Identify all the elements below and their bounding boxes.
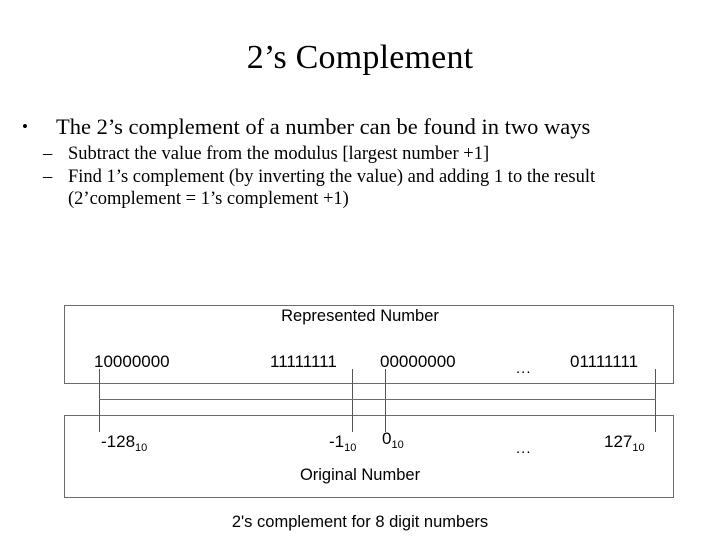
decimal-value-max: 12710 <box>604 431 645 454</box>
bullet-item-level2-text: Find 1’s complement (by inverting the va… <box>68 166 596 210</box>
bullet-list: • The 2’s complement of a number can be … <box>14 113 706 211</box>
decimal-value-max-number: 127 <box>604 432 633 451</box>
ellipsis-top: ... <box>516 360 532 377</box>
original-number-label: Original Number <box>299 466 421 484</box>
number-line-diagram: Represented Number Original Number 10000… <box>0 0 720 540</box>
ellipsis-bottom: ... <box>516 440 532 457</box>
dash-marker-icon: – <box>43 166 53 187</box>
slide-canvas: { "slide": { "title": "2\u2019s Compleme… <box>0 0 720 540</box>
bullet-item-level1: • The 2’s complement of a number can be … <box>14 113 706 140</box>
bullet-item-level1-text: The 2’s complement of a number can be fo… <box>56 114 591 139</box>
tick-mark-max <box>655 369 656 432</box>
decimal-value-negative-one-number: -1 <box>329 432 345 451</box>
original-number-box <box>64 415 674 498</box>
decimal-value-zero-base: 10 <box>391 439 404 451</box>
tick-mark-min <box>99 369 100 432</box>
decimal-value-min-number: -128 <box>101 432 136 451</box>
binary-value-negative-one: 11111111 <box>270 352 337 371</box>
axis-connector-line <box>99 399 656 400</box>
represented-number-label: Represented Number <box>281 307 439 325</box>
binary-value-min: 10000000 <box>94 352 170 371</box>
decimal-value-min-base: 10 <box>135 442 148 454</box>
dash-marker-icon: – <box>43 144 53 164</box>
decimal-value-negative-one-base: 10 <box>344 442 357 454</box>
decimal-value-max-base: 10 <box>632 442 645 454</box>
diagram-caption: 2's complement for 8 digit numbers <box>231 513 489 531</box>
bullet-marker-icon: • <box>22 117 28 136</box>
decimal-value-min: -12810 <box>101 431 148 454</box>
tick-mark-negative-one <box>352 369 353 432</box>
binary-value-max: 01111111 <box>570 352 639 371</box>
bullet-item-level2: – Find 1’s complement (by inverting the … <box>40 166 706 211</box>
binary-value-zero: 00000000 <box>380 352 456 371</box>
bullet-item-level2: – Subtract the value from the modulus [l… <box>40 143 706 166</box>
bullet-item-level2-text: Subtract the value from the modulus [lar… <box>68 144 490 164</box>
decimal-value-negative-one: -110 <box>329 431 357 454</box>
sub-bullet-list: – Subtract the value from the modulus [l… <box>14 143 706 211</box>
page-title: 2’s Complement <box>246 39 474 76</box>
tick-mark-zero <box>385 369 386 432</box>
